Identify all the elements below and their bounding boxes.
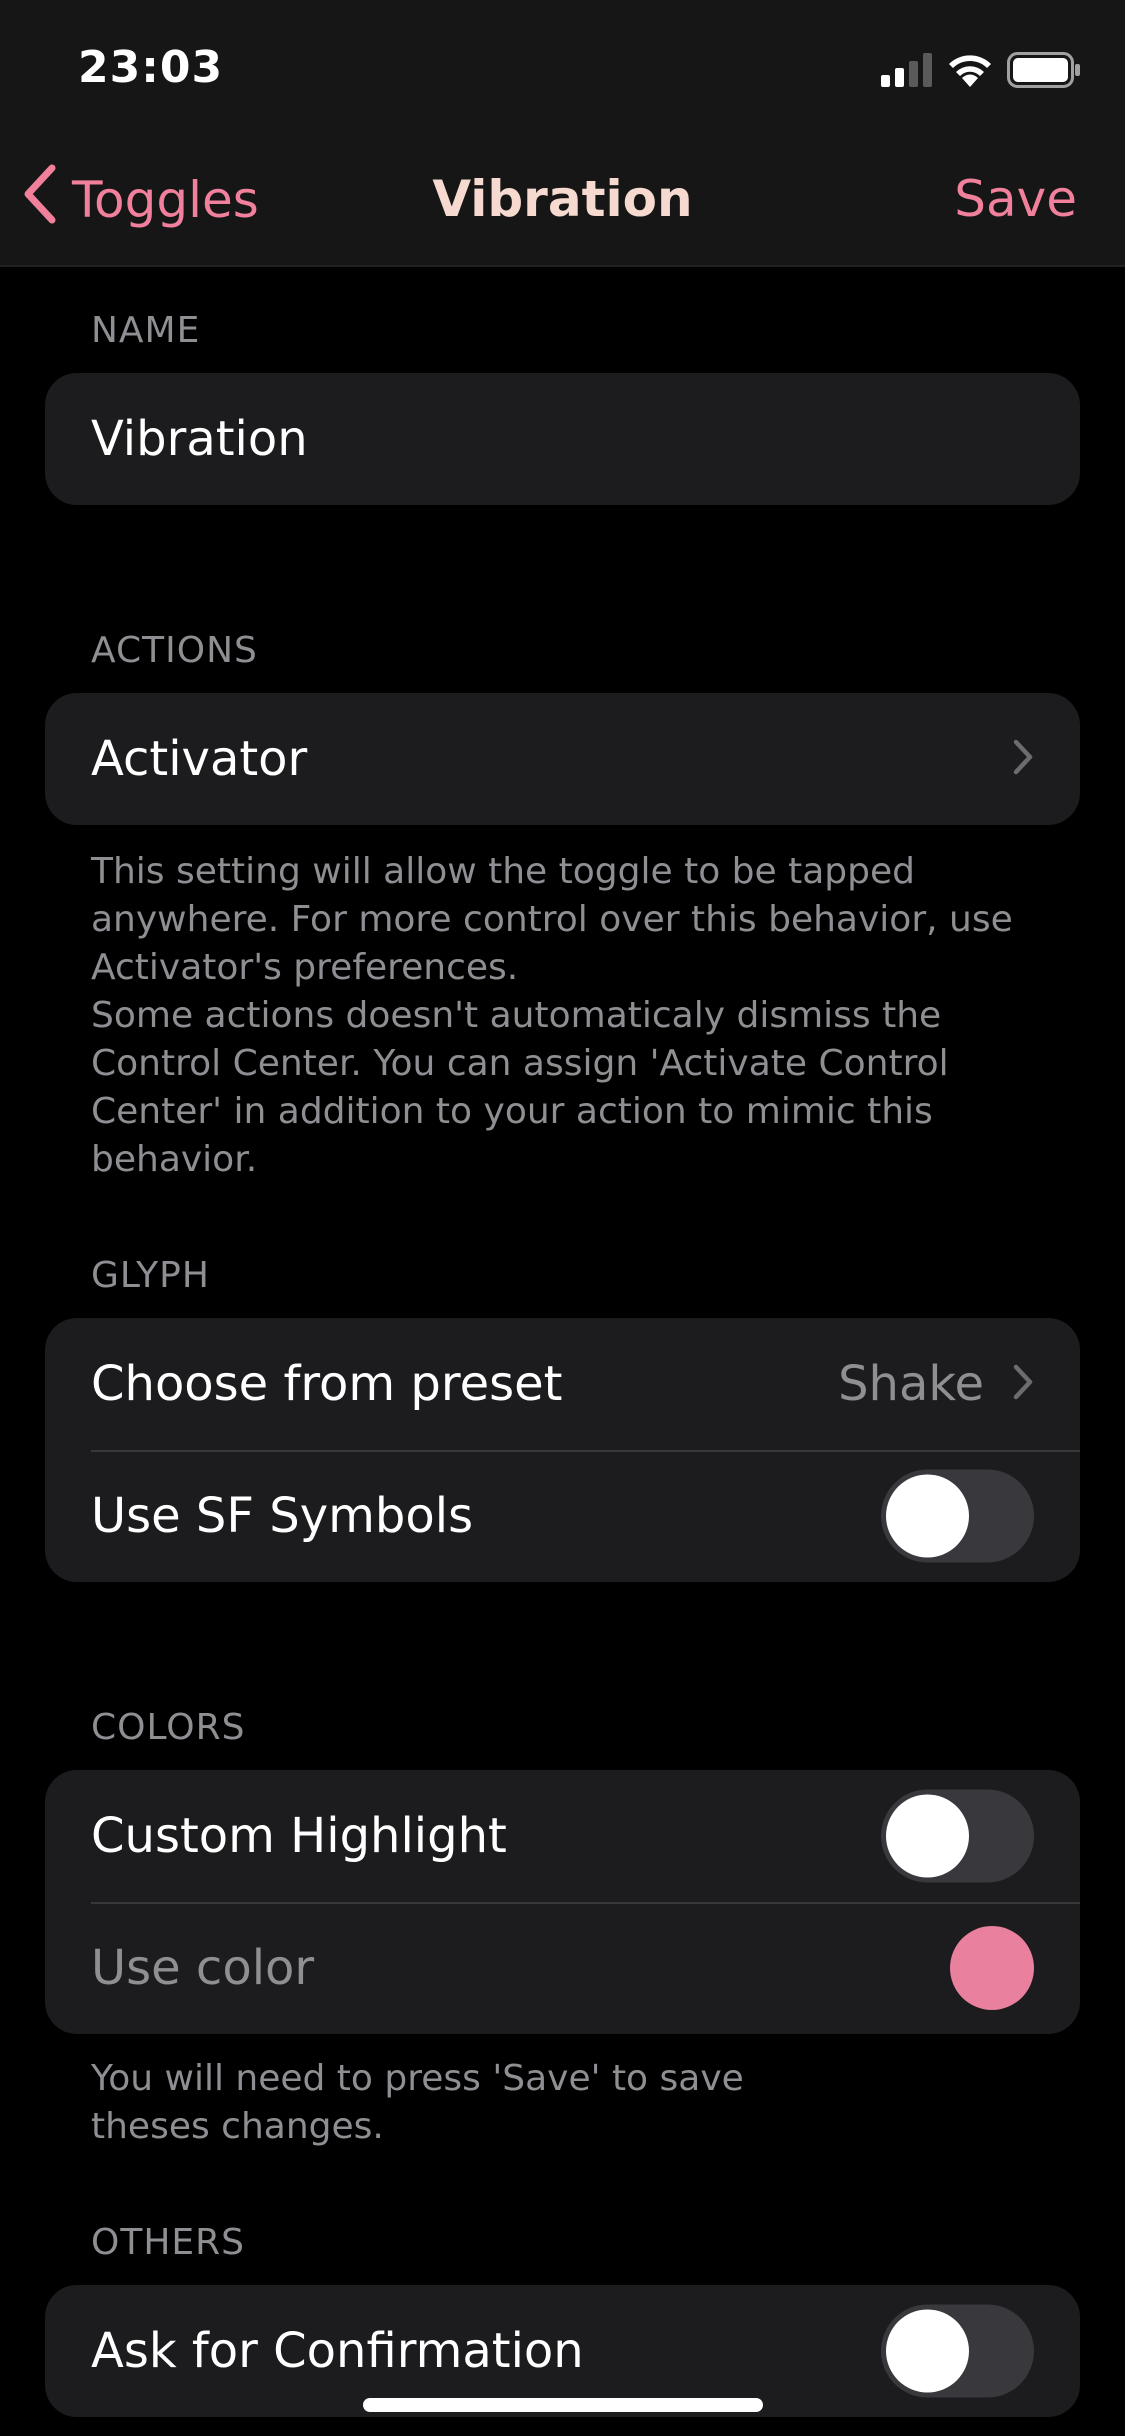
confirmation-label: Ask for Confirmation <box>91 2323 584 2379</box>
glyph-group: Choose from preset Shake Use SF Symbols <box>45 1318 1080 1582</box>
toggle-knob <box>886 1794 969 1878</box>
save-button[interactable]: Save <box>954 170 1077 228</box>
preset-value: Shake <box>838 1356 984 1412</box>
section-header-name: NAME <box>91 310 201 351</box>
use-color-row: Use color <box>45 1902 1080 2034</box>
choose-preset-label: Choose from preset <box>91 1356 563 1412</box>
chevron-right-icon <box>1012 738 1034 780</box>
colors-group: Custom Highlight Use color <box>45 1770 1080 2034</box>
home-indicator[interactable] <box>363 2398 763 2412</box>
chevron-right-icon <box>1012 1363 1034 1405</box>
actions-footer-text: This setting will allow the toggle to be… <box>91 851 1013 1180</box>
confirmation-toggle[interactable] <box>881 2304 1034 2398</box>
section-header-glyph: GLYPH <box>91 1255 210 1296</box>
battery-icon <box>1007 52 1081 88</box>
activator-row[interactable]: Activator <box>45 693 1080 825</box>
wifi-icon <box>947 53 993 87</box>
activator-label: Activator <box>91 731 308 787</box>
colors-footer-text: You will need to press 'Save' to save th… <box>91 2058 744 2147</box>
section-header-others: OTHERS <box>91 2222 246 2263</box>
actions-group: Activator <box>45 693 1080 825</box>
sf-symbols-toggle[interactable] <box>881 1469 1034 1563</box>
sf-symbols-label: Use SF Symbols <box>91 1488 474 1544</box>
status-time: 23:03 <box>78 42 224 93</box>
status-icons <box>881 50 1081 90</box>
sf-symbols-row: Use SF Symbols <box>45 1450 1080 1582</box>
section-header-actions: ACTIONS <box>91 630 258 671</box>
navigation-bar: Toggles Vibration Save <box>0 132 1125 267</box>
choose-preset-row[interactable]: Choose from preset Shake <box>45 1318 1080 1450</box>
custom-highlight-toggle[interactable] <box>881 1789 1034 1883</box>
toggle-knob <box>886 2309 969 2393</box>
toggle-knob <box>886 1474 969 1558</box>
signal-icon <box>881 53 933 87</box>
name-group: Vibration <box>45 373 1080 505</box>
custom-highlight-label: Custom Highlight <box>91 1808 507 1864</box>
name-field-row[interactable]: Vibration <box>45 373 1080 505</box>
name-field[interactable]: Vibration <box>91 411 308 467</box>
use-color-label: Use color <box>91 1940 315 1996</box>
section-header-colors: COLORS <box>91 1707 246 1748</box>
custom-highlight-row: Custom Highlight <box>45 1770 1080 1902</box>
status-bar: 23:03 <box>0 0 1125 132</box>
color-swatch[interactable] <box>950 1926 1034 2010</box>
